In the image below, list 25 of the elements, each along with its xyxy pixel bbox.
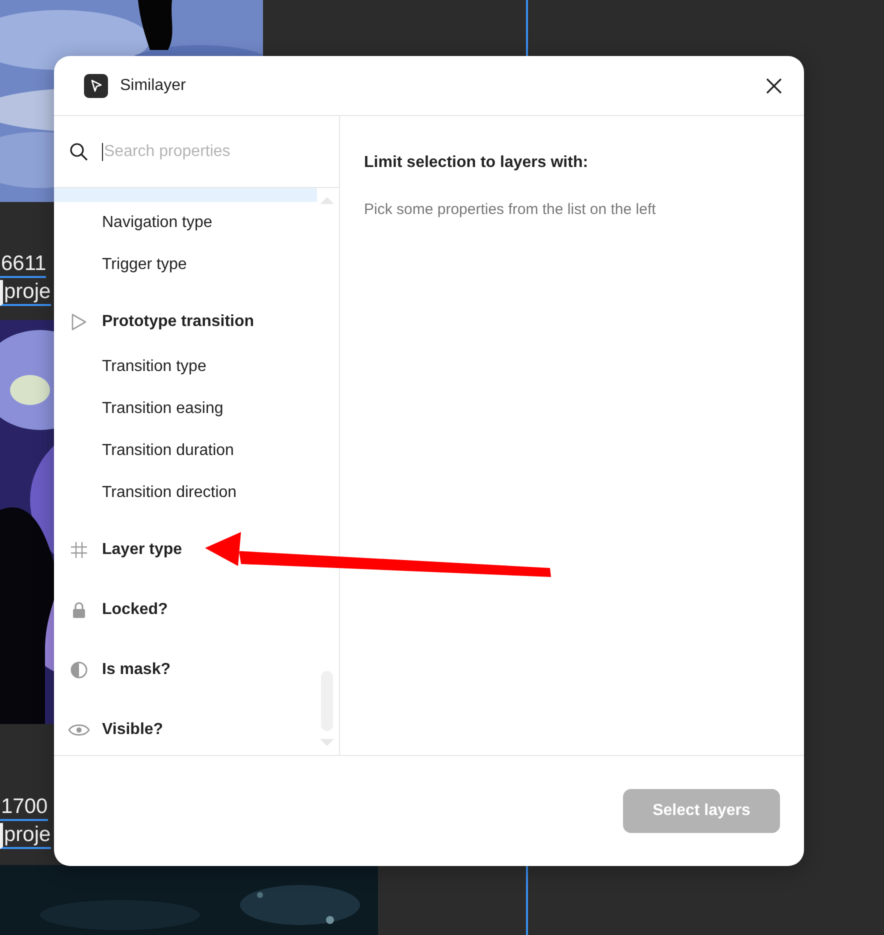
property-item[interactable]: Trigger type	[54, 244, 317, 286]
eye-icon	[68, 723, 90, 737]
property-group[interactable]: Is mask?	[102, 661, 170, 679]
cursor-logo-icon	[84, 74, 108, 98]
search-icon	[69, 142, 89, 162]
property-item[interactable]: Transition direction	[54, 472, 317, 514]
panel-hint: Pick some properties from the list on the left	[364, 201, 657, 218]
list-item[interactable]	[54, 188, 317, 202]
property-item[interactable]: Transition easing	[54, 388, 317, 430]
half-circle-icon	[68, 661, 90, 679]
frame-label: 6611	[0, 252, 46, 278]
property-group[interactable]: Locked?	[102, 601, 168, 619]
property-item[interactable]: Transition type	[54, 346, 317, 388]
frame-label: proje	[0, 823, 51, 849]
dialog-title: Similayer	[120, 76, 187, 94]
property-group[interactable]: Visible?	[102, 721, 164, 739]
close-button[interactable]	[764, 76, 784, 96]
hash-icon	[68, 541, 90, 559]
property-item[interactable]: Transition duration	[54, 430, 317, 472]
frame-label: 1700	[0, 795, 48, 821]
panel-heading: Limit selection to layers with:	[364, 154, 590, 172]
property-item[interactable]: Navigation type	[54, 202, 317, 244]
property-group[interactable]: Prototype transition	[102, 313, 254, 331]
property-group[interactable]: Layer type	[102, 541, 182, 559]
frame-label: proje	[0, 280, 51, 306]
